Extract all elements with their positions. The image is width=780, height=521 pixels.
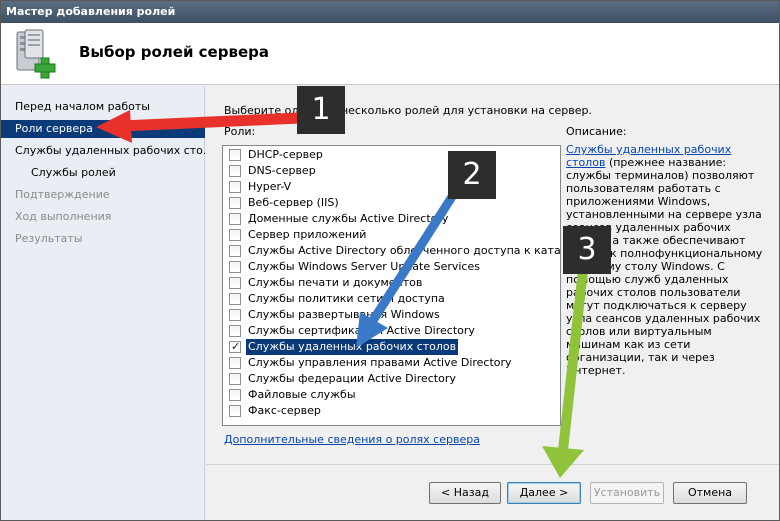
role-checkbox-checked[interactable] [229, 339, 241, 355]
instruction-text: Выберите одну или несколько ролей для ус… [224, 104, 592, 117]
role-checkbox[interactable] [229, 309, 241, 321]
nav-item-server-roles[interactable]: Роли сервера [1, 120, 205, 138]
role-checkbox[interactable] [229, 325, 241, 337]
nav-item-role-services[interactable]: Службы ролей [1, 164, 205, 182]
wizard-footer: < Назад Далее > Установить Отмена [206, 464, 779, 520]
nav-item-remote-desktop-services[interactable]: Службы удаленных рабочих сто... [1, 142, 205, 160]
main-content: Выберите одну или несколько ролей для ус… [206, 86, 779, 464]
role-checkbox[interactable] [229, 149, 241, 161]
callout-step-1: 1 [297, 86, 345, 134]
role-checkbox[interactable] [229, 389, 241, 401]
nav-item-confirmation: Подтверждение [15, 188, 110, 201]
roles-list[interactable]: DHCP-сервер DNS-сервер Hyper-V Веб-серве… [222, 145, 561, 426]
role-checkbox[interactable] [229, 213, 241, 225]
install-button: Установить [590, 482, 664, 504]
add-roles-wizard-window: Мастер добавления ролей Выбор ролей серв… [0, 0, 780, 521]
description-label: Описание: [566, 125, 627, 138]
nav-item-before-you-begin[interactable]: Перед началом работы [1, 98, 205, 116]
title-bar: Мастер добавления ролей [1, 1, 779, 23]
role-checkbox[interactable] [229, 165, 241, 177]
role-checkbox[interactable] [229, 197, 241, 209]
wizard-header: Выбор ролей сервера [1, 23, 779, 85]
next-button[interactable]: Далее > [507, 482, 581, 504]
more-about-roles-link[interactable]: Дополнительные сведения о ролях сервера [224, 433, 480, 446]
server-add-icon [16, 29, 56, 79]
wizard-navigation: Перед началом работы Роли сервера Службы… [1, 86, 205, 520]
role-checkbox[interactable] [229, 405, 241, 417]
role-checkbox[interactable] [229, 373, 241, 385]
callout-step-3: 3 [563, 226, 611, 274]
window-title: Мастер добавления ролей [6, 5, 176, 18]
roles-label: Роли: [224, 125, 256, 138]
role-checkbox[interactable] [229, 293, 241, 305]
page-title: Выбор ролей сервера [79, 43, 269, 61]
nav-item-results: Результаты [15, 232, 83, 245]
role-checkbox[interactable] [229, 277, 241, 289]
role-checkbox[interactable] [229, 229, 241, 241]
role-checkbox[interactable] [229, 181, 241, 193]
back-button[interactable]: < Назад [429, 482, 501, 504]
role-checkbox[interactable] [229, 261, 241, 273]
cancel-button[interactable]: Отмена [673, 482, 747, 504]
role-checkbox[interactable] [229, 245, 241, 257]
nav-item-progress: Ход выполнения [15, 210, 112, 223]
role-checkbox[interactable] [229, 357, 241, 369]
callout-step-2: 2 [448, 151, 496, 199]
